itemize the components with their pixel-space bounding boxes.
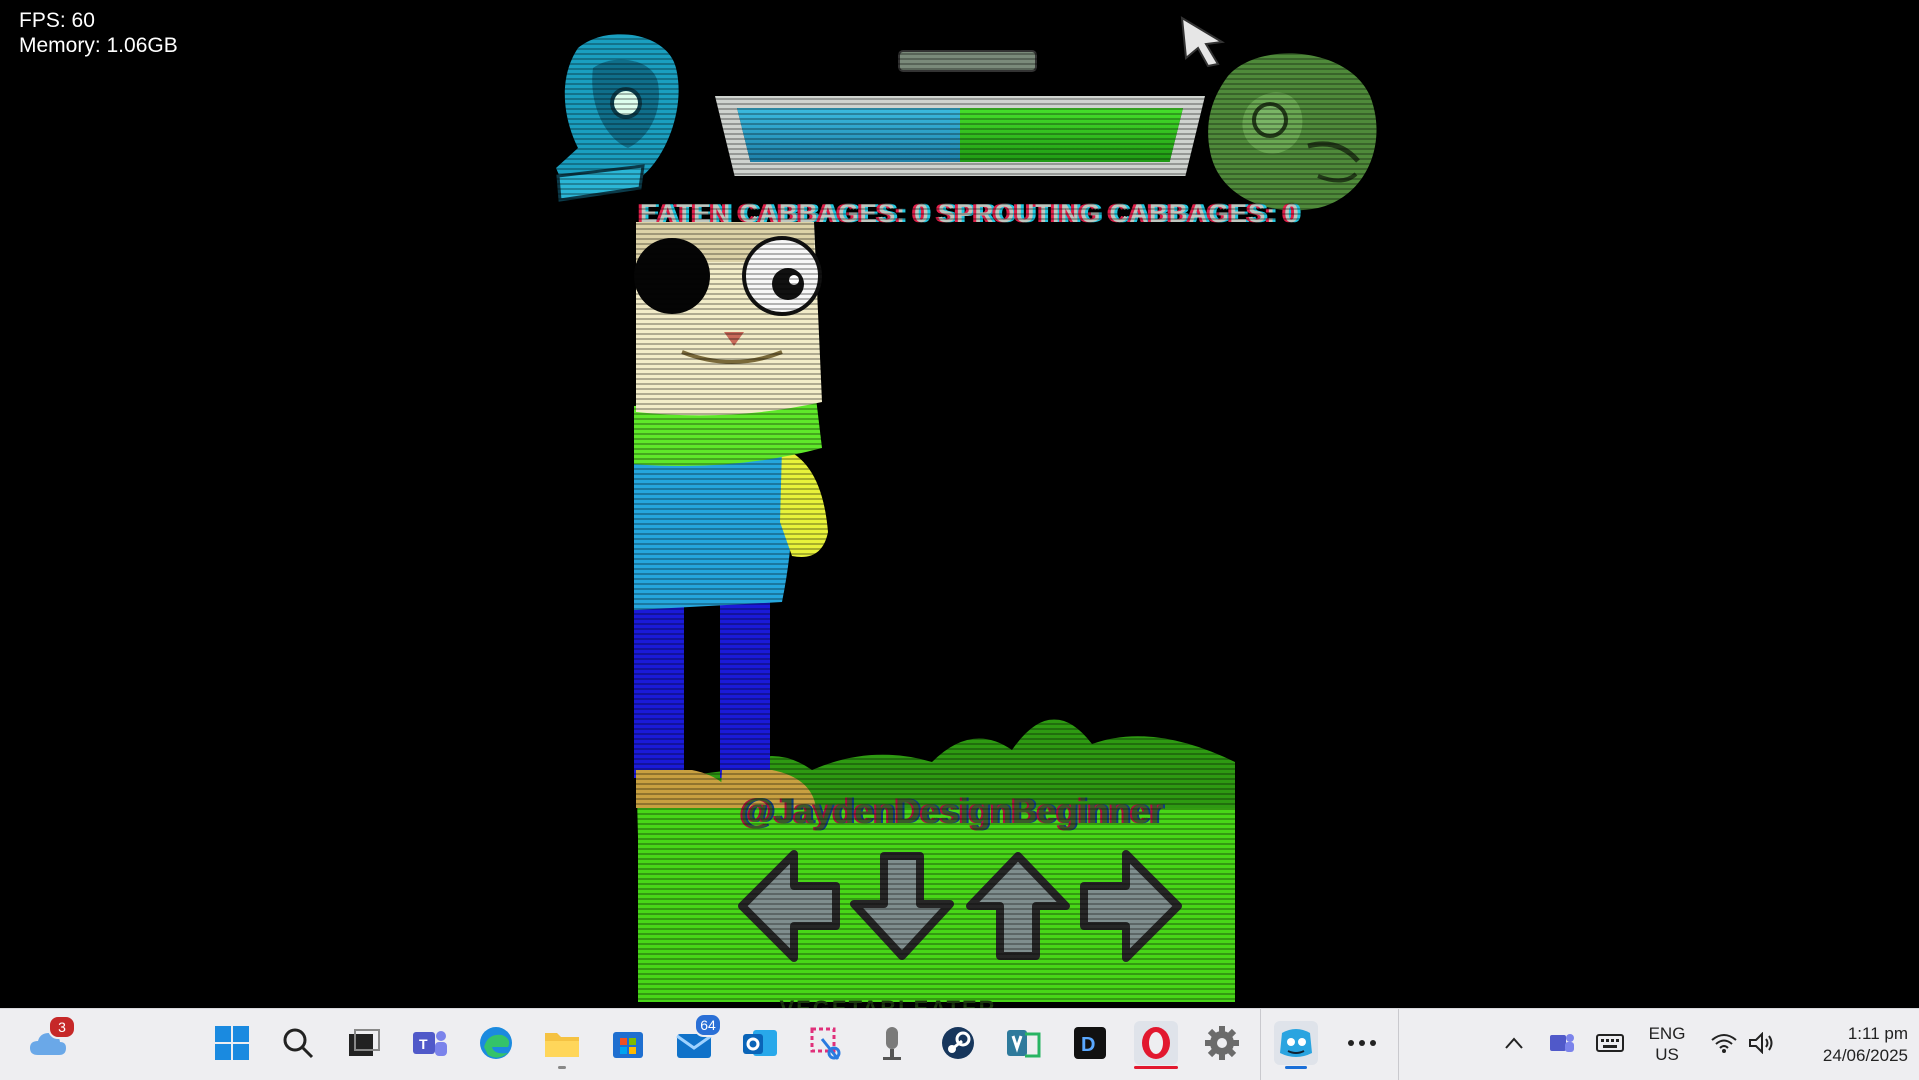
start-button[interactable] — [210, 1021, 254, 1065]
touch-keyboard-button[interactable] — [1588, 1021, 1632, 1065]
input-language[interactable]: ENG US — [1632, 1023, 1702, 1065]
windows-logo-icon — [215, 1026, 249, 1060]
edge-icon — [480, 1027, 512, 1059]
fnf-game-app[interactable] — [1274, 1021, 1318, 1069]
opera-icon — [1142, 1027, 1170, 1059]
mail-badge: 64 — [694, 1013, 722, 1037]
task-view-icon — [349, 1029, 380, 1056]
health-bar-opponent-fill — [737, 108, 960, 162]
mail-app[interactable]: 64 — [672, 1013, 722, 1065]
fps-label: FPS: 60 — [19, 9, 95, 32]
store-icon — [613, 1032, 643, 1058]
clock-date: 24/06/2025 — [1822, 1046, 1908, 1065]
visio-app[interactable] — [1002, 1021, 1046, 1065]
running-indicator — [1285, 1066, 1307, 1069]
strum-arrow-down — [850, 852, 954, 960]
wifi-icon — [1711, 1034, 1737, 1053]
clock-time: 1:11 pm — [1847, 1024, 1908, 1043]
app-d-icon: D — [1074, 1027, 1106, 1059]
opponent-health-icon — [556, 34, 679, 202]
credit-watermark: @JaydenDesignBeginner — [740, 792, 1164, 831]
weather-badge: 3 — [48, 1015, 76, 1039]
speaker-icon — [1749, 1032, 1773, 1054]
strum-arrow-up — [966, 852, 1070, 960]
strum-arrow-right — [1080, 850, 1182, 962]
keyboard-icon — [1596, 1034, 1624, 1052]
clock[interactable]: 1:11 pm 24/06/2025 — [1778, 1023, 1908, 1067]
more-icon — [1348, 1040, 1376, 1046]
song-title-text: VEGETABLEATER — [688, 994, 1088, 1008]
teams-icon: T — [413, 1031, 447, 1056]
snipping-tool-icon — [810, 1027, 841, 1060]
outlook-icon — [743, 1030, 777, 1056]
app-d[interactable]: D — [1068, 1021, 1112, 1065]
edge-app[interactable] — [474, 1021, 518, 1065]
voice-recorder-app[interactable] — [870, 1021, 914, 1065]
fps-counter: FPS: 60 Memory: 1.06GB — [19, 8, 178, 58]
search-button[interactable] — [276, 1021, 320, 1065]
gear-icon — [1205, 1026, 1239, 1060]
health-bar — [715, 96, 1205, 176]
teams-tray-icon — [1550, 1034, 1574, 1052]
taskbar-separator — [1398, 1009, 1399, 1080]
microphone-icon — [883, 1027, 901, 1060]
mouse-cursor-icon — [1180, 16, 1225, 68]
search-icon — [283, 1028, 314, 1059]
file-explorer-app[interactable] — [540, 1021, 584, 1069]
outlook-app[interactable] — [738, 1021, 782, 1065]
microsoft-store-app[interactable] — [606, 1021, 650, 1065]
strum-arrow-left — [738, 850, 840, 962]
task-view-button[interactable] — [342, 1021, 386, 1065]
snipping-tool-app[interactable] — [804, 1021, 848, 1065]
running-indicator — [558, 1066, 566, 1069]
chevron-up-icon — [1505, 1037, 1523, 1049]
folder-icon — [545, 1033, 579, 1057]
settings-app[interactable] — [1200, 1021, 1244, 1065]
game-window[interactable]: EATEN CABBAGES: 0 SPROUTING CABBAGES: 0 — [0, 0, 1919, 1008]
visio-icon — [1007, 1030, 1041, 1058]
lang-region: US — [1655, 1045, 1679, 1064]
fnf-game-icon — [1280, 1029, 1312, 1057]
teams-app[interactable]: T — [408, 1021, 452, 1065]
teams-tray-button[interactable] — [1540, 1021, 1584, 1065]
steam-icon — [942, 1027, 974, 1059]
svg-text:T: T — [419, 1036, 428, 1052]
weather-widget[interactable]: 3 — [26, 1015, 76, 1065]
song-time-bar — [900, 52, 1035, 70]
more-apps-button[interactable] — [1340, 1021, 1384, 1065]
health-bar-player-fill — [960, 108, 1183, 162]
taskbar: 3 T 64 D ENG US 1:11 pm 24/06/2025 — [0, 1008, 1919, 1080]
opera-app[interactable] — [1134, 1021, 1178, 1069]
lang-code: ENG — [1648, 1024, 1686, 1043]
svg-text:D: D — [1081, 1034, 1095, 1056]
player-health-icon — [1208, 53, 1377, 211]
running-indicator — [1134, 1066, 1178, 1069]
taskbar-separator — [1260, 1009, 1261, 1080]
memory-label: Memory: 1.06GB — [19, 34, 178, 57]
steam-app[interactable] — [936, 1021, 980, 1065]
show-hidden-icons-button[interactable] — [1492, 1021, 1536, 1065]
